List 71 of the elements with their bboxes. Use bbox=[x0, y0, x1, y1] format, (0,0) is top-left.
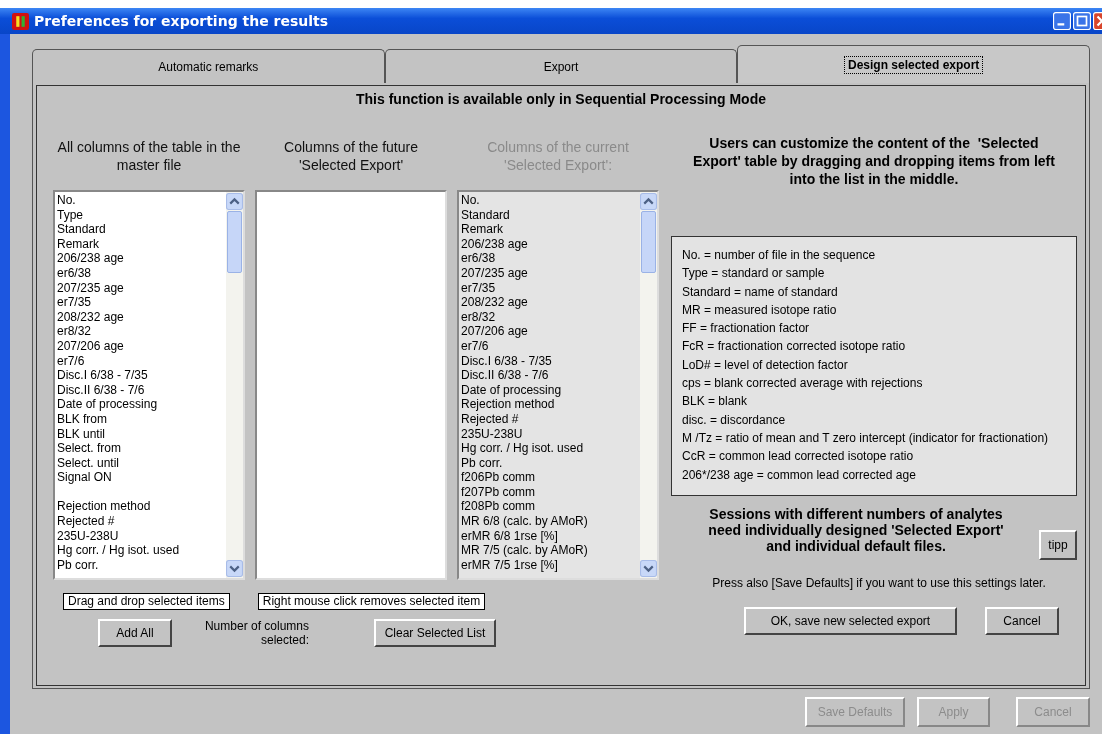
column-heading: Columns of the future 'Selected Export' bbox=[283, 138, 419, 175]
legend-line: M /Tz = ratio of mean and T zero intercept (indicator for fractionation) bbox=[682, 429, 1050, 447]
list-box[interactable] bbox=[457, 190, 659, 580]
legend-line: BLK = blank bbox=[682, 393, 749, 411]
list-item[interactable]: BLK until bbox=[57, 426, 224, 442]
close-icon[interactable] bbox=[1093, 12, 1102, 30]
window-title: Preferences for exporting the results bbox=[34, 13, 330, 29]
list-item[interactable]: Date of processing bbox=[57, 397, 224, 412]
list-item[interactable]: er8/32 bbox=[57, 324, 224, 339]
tab[interactable]: Automatic remarks bbox=[32, 49, 385, 83]
tipp-button[interactable]: tipp bbox=[1039, 530, 1077, 560]
list-item[interactable]: Select. from bbox=[57, 441, 224, 456]
list-item[interactable]: Signal ON bbox=[57, 470, 224, 485]
list-item[interactable]: Rejection method bbox=[57, 499, 224, 515]
legend-line: FcR = fractionation corrected isotope ratio bbox=[682, 338, 907, 356]
list-item[interactable]: 235U-238U bbox=[57, 528, 224, 544]
scroll-up-icon[interactable] bbox=[640, 193, 657, 210]
list-box[interactable] bbox=[53, 190, 245, 580]
list-item[interactable]: BLK from bbox=[57, 411, 224, 427]
legend-line: CcR = common lead corrected isotope ratio bbox=[682, 448, 915, 466]
list-item[interactable]: Remark bbox=[57, 236, 224, 252]
list-item[interactable]: No. bbox=[57, 193, 224, 208]
scrollbar[interactable] bbox=[640, 192, 657, 578]
maximize-icon[interactable] bbox=[1073, 12, 1091, 30]
mode-notice: This function is available only in Sequential Processing Mode bbox=[355, 90, 767, 109]
list-item[interactable]: Rejected # bbox=[57, 514, 224, 529]
tab[interactable]: Export bbox=[384, 49, 738, 83]
list-item[interactable]: Pb corr. bbox=[57, 557, 224, 573]
ok-button[interactable]: OK, save new selected export bbox=[744, 607, 957, 635]
column-count-label: Number of columns selected: bbox=[203, 619, 309, 647]
column-heading: Columns of the current 'Selected Export': bbox=[486, 138, 630, 175]
legend-line: MR = measured isotope ratio bbox=[682, 301, 838, 319]
scrollbar[interactable] bbox=[226, 192, 243, 578]
list-item[interactable]: 207/235 age bbox=[57, 280, 224, 296]
list-item[interactable]: er7/35 bbox=[57, 295, 224, 310]
hint-label: Right mouse click removes selected item bbox=[257, 593, 486, 610]
sessions-note: Sessions with different numbers of analytes need individually designed 'Selected Export' and individual default files. bbox=[707, 506, 1005, 554]
legend-line: FF = fractionation factor bbox=[682, 320, 811, 338]
minimize-icon[interactable] bbox=[1053, 12, 1071, 30]
clear-list-button[interactable]: Clear Selected List bbox=[374, 619, 496, 647]
scroll-down-icon[interactable] bbox=[226, 560, 243, 577]
legend-line: 206*/238 age = common lead corrected age bbox=[682, 466, 917, 484]
column-heading: All columns of the table in the master file bbox=[56, 138, 242, 175]
app-icon bbox=[12, 12, 29, 30]
save-note: Press also [Save Defaults] if you want to use this settings later. bbox=[711, 576, 1047, 590]
cancel-button[interactable]: Cancel bbox=[985, 607, 1059, 635]
legend-line: Type = standard or sample bbox=[682, 265, 826, 283]
scroll-thumb[interactable] bbox=[641, 211, 656, 273]
list-item[interactable]: Hg corr. / Hg isot. used bbox=[57, 543, 224, 558]
list-item[interactable]: Disc.II 6/38 - 7/6 bbox=[57, 382, 224, 398]
legend-line: LoD# = level of detection factor bbox=[682, 356, 849, 374]
list-item[interactable]: Disc.I 6/38 - 7/35 bbox=[57, 368, 224, 383]
tab[interactable]: Design selected export bbox=[737, 45, 1090, 83]
list-item[interactable]: Standard bbox=[57, 222, 224, 237]
scroll-up-icon[interactable] bbox=[226, 193, 243, 210]
list-item[interactable]: 207/206 age bbox=[57, 338, 224, 354]
list-item[interactable]: Type bbox=[57, 207, 224, 223]
list-item[interactable]: 206/238 age bbox=[57, 251, 224, 266]
description-text: Users can customize the content of the 'Selected Export' table by dragging and dropping items from left into the list in the middle. bbox=[692, 134, 1056, 189]
list-item[interactable]: Select. until bbox=[57, 455, 224, 471]
add-all-button[interactable]: Add All bbox=[98, 619, 172, 647]
legend-line: Standard = name of standard bbox=[682, 283, 839, 301]
list-item[interactable]: er6/38 bbox=[57, 265, 224, 281]
legend-line: cps = blank corrected average with rejections bbox=[682, 375, 924, 393]
scroll-down-icon[interactable] bbox=[640, 560, 657, 577]
list-item[interactable]: er7/6 bbox=[57, 353, 224, 369]
list-item[interactable]: 208/232 age bbox=[57, 309, 224, 325]
scroll-thumb[interactable] bbox=[227, 211, 242, 273]
legend-line: No. = number of file in the sequence bbox=[682, 247, 877, 264]
hint-label: Drag and drop selected items bbox=[63, 593, 230, 610]
legend-line: disc. = discordance bbox=[682, 411, 787, 429]
